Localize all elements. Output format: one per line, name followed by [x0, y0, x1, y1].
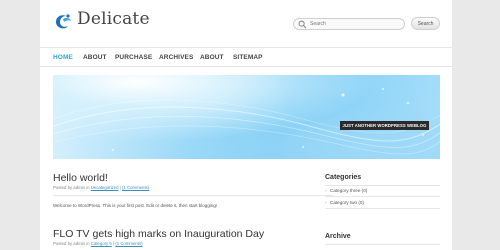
widget-divider-2: [325, 196, 440, 197]
category-link-2[interactable]: › Category two (0): [325, 200, 364, 205]
post-title-2[interactable]: FLO TV gets high marks on Inauguration D…: [53, 228, 264, 240]
nav-item-purchase[interactable]: PURCHASE: [115, 54, 152, 61]
post-category-link[interactable]: Uncategorized: [91, 185, 119, 190]
header-banner: [53, 75, 440, 159]
nav-item-about[interactable]: ABOUT: [83, 54, 107, 61]
widget-divider-4: [325, 244, 440, 245]
search-input[interactable]: [310, 19, 402, 29]
search-button[interactable]: Search: [411, 17, 440, 30]
post-comments-link[interactable]: (1 Comments): [122, 185, 149, 190]
nav-item-about-2[interactable]: ABOUT: [200, 54, 224, 61]
search-box: [293, 18, 405, 30]
post-meta-separator: |: [119, 185, 121, 190]
page-container: Delicate Search HOME ABOUT PURCHASE ARCH…: [40, 0, 452, 250]
post-meta-separator-2: |: [112, 241, 115, 246]
logo-icon[interactable]: [53, 12, 73, 32]
banner-swirl-graphic: [53, 88, 440, 155]
site-tagline: JUST ANOTHER WORDPRESS WEBLOG: [340, 121, 429, 130]
post-excerpt: Welcome to WordPress. This is your first…: [53, 203, 218, 208]
archive-widget-title: Archive: [325, 233, 351, 240]
category-label-2[interactable]: Category two (0): [330, 200, 364, 205]
post-title[interactable]: Hello world!: [53, 172, 108, 184]
post-meta: Posted by admin in Uncategorized | (1 Co…: [53, 185, 149, 190]
categories-widget-title: Categories: [325, 174, 362, 181]
search-icon: [298, 20, 307, 29]
post-divider: [53, 195, 333, 196]
nav-item-sitemap[interactable]: SITEMAP: [233, 54, 263, 61]
category-link[interactable]: › Category three (0): [325, 188, 367, 193]
post-comments-link-2[interactable]: (1 Comments): [115, 241, 142, 246]
nav-item-archives[interactable]: ARCHIVES: [159, 54, 193, 61]
post-meta-prefix-2: Posted by admin in: [53, 241, 90, 246]
nav-item-home[interactable]: HOME: [53, 54, 73, 61]
post-meta-prefix: Posted by admin in: [53, 185, 90, 190]
post-category-link-2[interactable]: Category 5: [91, 241, 112, 246]
main-nav: HOME ABOUT PURCHASE ARCHIVES ABOUT SITEM…: [40, 47, 452, 67]
widget-divider: [325, 185, 440, 186]
widget-divider-3: [325, 208, 440, 209]
category-label[interactable]: Category three (0): [330, 188, 367, 193]
site-title[interactable]: Delicate: [77, 9, 150, 29]
post-meta-2: Posted by admin in Category 5 | (1 Comme…: [53, 241, 143, 246]
